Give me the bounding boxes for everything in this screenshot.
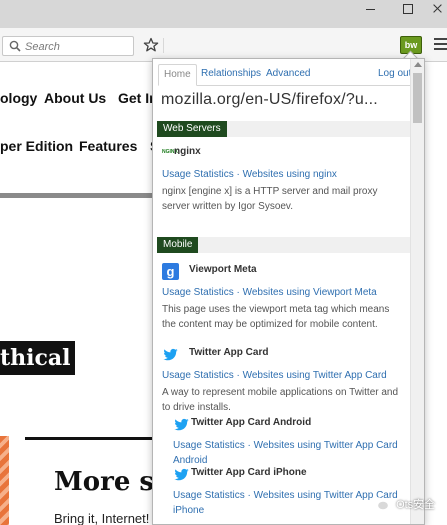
nginx-logo-icon: NGINX — [162, 149, 178, 155]
nav-item-technology[interactable]: ology — [0, 90, 37, 106]
popup-tabs: Home Relationships Advanced Log out — [158, 64, 412, 86]
tech-entry-nginx: NGINX nginx Usage Statistics · Websites … — [162, 143, 402, 214]
tech-description: A way to represent mobile applications o… — [162, 387, 399, 413]
tab-home[interactable]: Home — [158, 64, 197, 86]
search-input[interactable] — [25, 39, 129, 54]
section-divider — [25, 437, 155, 440]
close-icon[interactable] — [423, 0, 447, 20]
usage-statistics-link[interactable]: Usage Statistics — [173, 440, 245, 451]
twitter-bird-icon — [174, 418, 189, 431]
highlight-headline: thical — [0, 341, 75, 375]
tech-links: Usage Statistics · Websites using Twitte… — [162, 370, 387, 381]
section-label: Mobile — [157, 237, 199, 253]
section-header-mobile: Mobile — [157, 237, 410, 253]
wechat-icon — [370, 497, 390, 511]
tab-relationships[interactable]: Relationships — [196, 64, 266, 86]
websites-using-link[interactable]: Websites using Twitter App Card — [243, 370, 387, 381]
tech-entry-twitter-app-card: Twitter App Card Usage Statistics · Webs… — [162, 344, 402, 415]
usage-statistics-link[interactable]: Usage Statistics — [162, 169, 234, 180]
tech-description: This page uses the viewport meta tag whi… — [162, 304, 390, 330]
twitter-bird-icon — [163, 348, 178, 361]
minimize-icon[interactable] — [356, 0, 386, 20]
tech-entry-twitter-app-card-android: Twitter App Card Android Usage Statistic… — [173, 414, 401, 468]
usage-statistics-link[interactable]: Usage Statistics — [162, 370, 234, 381]
tech-entry-twitter-app-card-iphone: Twitter App Card iPhone Usage Statistics… — [173, 464, 401, 518]
scroll-up-arrow-icon[interactable] — [414, 62, 422, 67]
tech-name: Viewport Meta — [189, 264, 257, 275]
maximize-icon[interactable] — [391, 0, 421, 20]
nav-item-about-us[interactable]: About Us — [44, 90, 106, 106]
tech-name: Twitter App Card — [189, 347, 269, 358]
section-label: Web Servers — [157, 121, 227, 137]
google-logo-icon: g — [162, 263, 179, 280]
watermark-text: Ots安全 — [396, 499, 436, 511]
tech-name: nginx — [174, 146, 201, 157]
bookmark-star-icon[interactable] — [143, 37, 159, 53]
websites-using-link[interactable]: Websites using nginx — [243, 169, 337, 180]
tech-links: Usage Statistics · Websites using Twitte… — [173, 490, 398, 516]
watermark: Ots安全 — [370, 496, 435, 516]
usage-statistics-link[interactable]: Usage Statistics — [173, 490, 245, 501]
site-url: mozilla.org/en-US/firefox/?u... — [161, 91, 378, 108]
scrollbar-thumb[interactable] — [413, 73, 422, 123]
toolbar-separator — [163, 38, 164, 53]
nav-item-developer-edition[interactable]: per Edition — [0, 138, 73, 154]
tech-links: Usage Statistics · Websites using nginx — [162, 169, 337, 180]
decorative-pattern — [0, 436, 9, 525]
tech-entry-viewport-meta: g Viewport Meta Usage Statistics · Websi… — [162, 261, 402, 332]
popup-scrollbar[interactable] — [410, 59, 424, 524]
menu-icon[interactable] — [434, 38, 447, 50]
tech-links: Usage Statistics · Websites using Viewpo… — [162, 287, 377, 298]
divider — [0, 193, 160, 198]
search-box[interactable] — [2, 36, 134, 56]
twitter-bird-icon — [174, 468, 189, 481]
tech-name: Twitter App Card iPhone — [191, 467, 307, 478]
tech-name: Twitter App Card Android — [191, 417, 312, 428]
section-header-web-servers: Web Servers — [157, 121, 410, 137]
search-icon — [9, 40, 21, 52]
websites-using-link[interactable]: Websites using Viewport Meta — [243, 287, 377, 298]
browser-toolbar: bw — [0, 28, 447, 62]
tech-description: nginx [engine x] is a HTTP server and ma… — [162, 186, 378, 212]
builtwith-popup: Home Relationships Advanced Log out mozi… — [152, 58, 425, 525]
usage-statistics-link[interactable]: Usage Statistics — [162, 287, 234, 298]
window-titlebar — [0, 0, 447, 28]
tab-advanced[interactable]: Advanced — [261, 64, 315, 86]
nav-item-features[interactable]: Features — [79, 138, 137, 154]
